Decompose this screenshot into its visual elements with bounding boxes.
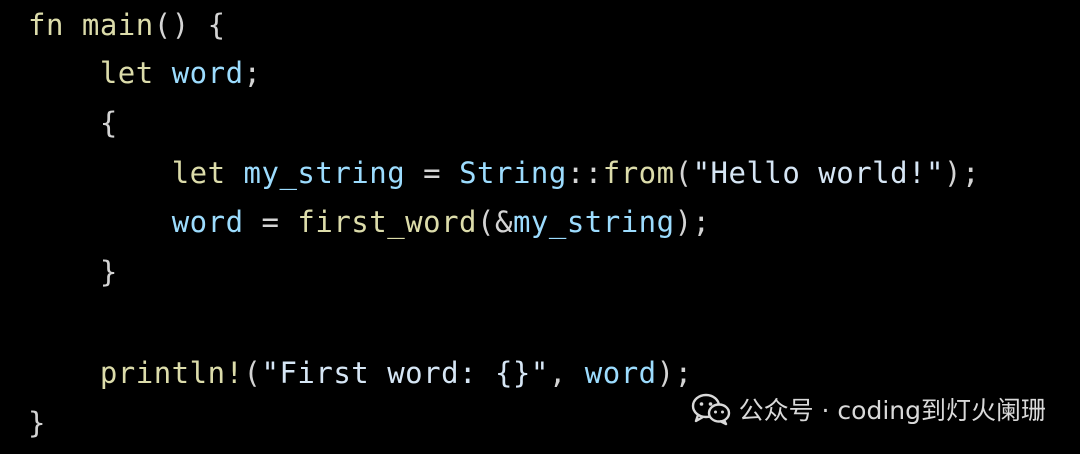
watermark-text: 公众号 · coding到灯火阑珊 (738, 396, 1046, 425)
code-token: word (584, 356, 657, 390)
code-token: = (243, 205, 298, 239)
code-line-6: } (28, 247, 118, 297)
code-token: () { (153, 8, 226, 42)
code-line-3: { (28, 98, 118, 148)
code-token: let (171, 156, 226, 190)
code-token: from (602, 156, 675, 190)
code-token: } (28, 406, 46, 440)
code-token: } (99, 255, 118, 289)
code-line-9: } (28, 398, 46, 448)
code-line-5: word = first_word(&my_string); (28, 197, 711, 247)
code-token: ( (674, 156, 693, 190)
watermark: 公众号 · coding到灯火阑珊 (691, 389, 1046, 429)
code-token: ); (944, 156, 980, 190)
code-token: first_word (297, 205, 478, 239)
code-token: ; (243, 56, 262, 90)
code-line-1: fn main() { (28, 0, 226, 50)
code-token: println! (99, 356, 244, 390)
code-token: my_string (512, 205, 675, 239)
code-token: ( (243, 356, 262, 390)
code-token: word (171, 56, 244, 90)
code-token: fn (28, 8, 64, 42)
code-token: word (171, 205, 244, 239)
code-token: { (99, 106, 118, 140)
code-token: String (459, 156, 567, 190)
code-line-4: let my_string = String::from("Hello worl… (28, 148, 980, 198)
wechat-icon (691, 393, 730, 426)
code-token: my_string (243, 156, 406, 190)
code-token: main (81, 8, 154, 42)
code-token: ); (656, 356, 693, 390)
code-token: ); (674, 205, 711, 239)
code-line-8: println!("First word: {}", word); (28, 348, 693, 398)
code-token: (& (477, 205, 513, 239)
code-token: let (99, 56, 154, 90)
code-editor: fn main() { let word; { let my_string = … (0, 0, 1080, 454)
code-token: "First word: {}" (261, 356, 549, 390)
code-token: :: (566, 156, 603, 190)
code-token: = (405, 156, 460, 190)
code-token: "Hello world!" (692, 156, 945, 190)
code-token: , (548, 356, 585, 390)
code-line-2: let word; (28, 48, 262, 98)
